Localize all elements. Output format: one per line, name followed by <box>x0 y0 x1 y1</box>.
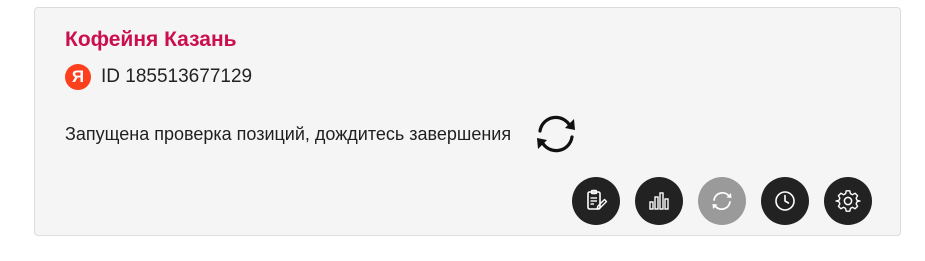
refresh-icon <box>712 192 732 210</box>
refresh-spinner-icon <box>537 115 576 153</box>
gear-icon <box>835 190 861 212</box>
action-toolbar <box>572 177 872 225</box>
status-row: Запущена проверка позиций, дождитесь зав… <box>65 108 581 160</box>
company-card: Кофейня Казань Я ID 185513677129 Запущен… <box>34 7 901 236</box>
schedule-button[interactable] <box>761 177 809 225</box>
clock-icon <box>775 191 795 211</box>
company-id-row: Я ID 185513677129 <box>65 64 252 90</box>
company-id: ID 185513677129 <box>101 66 253 87</box>
edit-list-button[interactable] <box>572 177 620 225</box>
company-title[interactable]: Кофейня Казань <box>65 28 237 52</box>
settings-button[interactable] <box>824 177 872 225</box>
edit-list-icon <box>587 189 608 210</box>
bar-chart-icon <box>649 192 669 210</box>
status-message: Запущена проверка позиций, дождитесь зав… <box>65 123 512 144</box>
yandex-logo-icon: Я <box>65 64 91 90</box>
refresh-button[interactable] <box>698 177 746 225</box>
statistics-button[interactable] <box>635 177 683 225</box>
